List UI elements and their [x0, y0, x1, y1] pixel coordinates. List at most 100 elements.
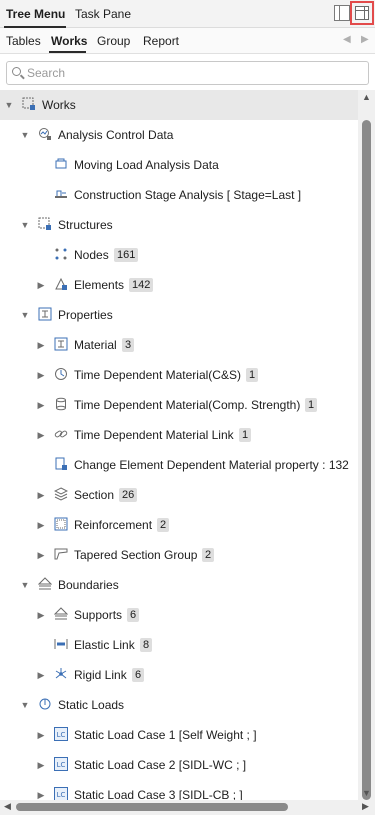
- expand-arrow-icon[interactable]: ▶: [36, 610, 46, 621]
- tab-tree-menu[interactable]: Tree Menu: [6, 7, 65, 21]
- expand-arrow-icon[interactable]: ▶: [36, 730, 46, 741]
- tree-item[interactable]: Moving Load Analysis Data: [0, 150, 358, 180]
- tree-item-label: Section: [74, 488, 115, 502]
- tree-item[interactable]: ▶ Tapered Section Group 2: [0, 540, 358, 570]
- vertical-scroll-thumb[interactable]: [362, 120, 371, 800]
- tree-item[interactable]: ▶ Time Dependent Material(Comp. Strength)…: [0, 390, 358, 420]
- expand-arrow-icon[interactable]: ▶: [36, 370, 46, 381]
- tree-item[interactable]: ▶ Reinforcement 2: [0, 510, 358, 540]
- horizontal-scrollbar[interactable]: ◀ ▶: [0, 800, 375, 815]
- count-badge: 1: [246, 368, 259, 382]
- tree-item-label: Elements: [74, 278, 125, 292]
- tree-item[interactable]: Nodes 161: [0, 240, 358, 270]
- time-material-icon: [54, 367, 68, 381]
- count-badge: 3: [122, 338, 135, 352]
- expand-arrow-icon[interactable]: ▶: [36, 520, 46, 531]
- analysis-control-icon: [38, 127, 52, 141]
- tree-item-label: Elastic Link: [74, 638, 135, 652]
- tree-item[interactable]: Elastic Link 8: [0, 630, 358, 660]
- tree-item[interactable]: ▶ Rigid Link 6: [0, 660, 358, 690]
- tab-scroll-right-icon[interactable]: ▶: [361, 34, 369, 45]
- tree-item-label: Static Load Case 2 [SIDL-WC ; ]: [74, 758, 247, 772]
- link-icon: [54, 427, 68, 441]
- panel-layout-icon[interactable]: [334, 5, 350, 21]
- scroll-right-icon[interactable]: ▶: [362, 801, 369, 812]
- tree-item[interactable]: ▶ Material 3: [0, 330, 358, 360]
- expand-arrow-icon[interactable]: ▶: [36, 550, 46, 561]
- tree-item[interactable]: Change Element Dependent Material proper…: [0, 450, 358, 480]
- tree-item[interactable]: ▼ Structures: [0, 210, 358, 240]
- tree-item-label: Moving Load Analysis Data: [74, 158, 219, 172]
- nodes-icon: [54, 247, 68, 261]
- supports-icon: [53, 607, 69, 621]
- tree-item[interactable]: ▶ Elements 142: [0, 270, 358, 300]
- dock-panel-button[interactable]: [350, 1, 374, 25]
- tree-item[interactable]: Construction Stage Analysis [ Stage=Last…: [0, 180, 358, 210]
- tree-item[interactable]: ▼ Properties: [0, 300, 358, 330]
- expand-arrow-icon[interactable]: ▶: [36, 340, 46, 351]
- tree-item-label: Static Loads: [58, 698, 125, 712]
- elastic-link-icon: [54, 637, 68, 651]
- count-badge: 1: [239, 428, 252, 442]
- count-badge: 2: [202, 548, 215, 562]
- tapered-section-icon: [54, 547, 68, 561]
- tab-report[interactable]: Report: [143, 34, 179, 48]
- vertical-scrollbar[interactable]: ▲ ▼: [358, 90, 375, 800]
- expand-arrow-icon[interactable]: ▶: [36, 790, 46, 800]
- collapse-arrow-icon[interactable]: ▼: [4, 100, 14, 110]
- tree-item[interactable]: ▶ Time Dependent Material Link 1: [0, 420, 358, 450]
- expand-arrow-icon[interactable]: ▶: [36, 280, 46, 291]
- tree-item-label: Static Load Case 1 [Self Weight ; ]: [74, 728, 257, 742]
- tab-group[interactable]: Group: [97, 34, 130, 48]
- tree-item[interactable]: ▼ Analysis Control Data: [0, 120, 358, 150]
- scroll-left-icon[interactable]: ◀: [4, 801, 11, 812]
- tree-item[interactable]: ▶ Section 26: [0, 480, 358, 510]
- sub-tab-bar: Tables Works Group Report ◀ ▶: [0, 28, 375, 54]
- static-loads-icon: [38, 697, 52, 711]
- elements-icon: [54, 277, 68, 291]
- tree-item[interactable]: ▼ Boundaries: [0, 570, 358, 600]
- works-icon: [22, 97, 36, 111]
- collapse-arrow-icon[interactable]: ▼: [20, 580, 30, 590]
- horizontal-scroll-thumb[interactable]: [16, 803, 288, 811]
- tree-item[interactable]: ▶ Time Dependent Material(C&S) 1: [0, 360, 358, 390]
- expand-arrow-icon[interactable]: ▶: [36, 430, 46, 441]
- scroll-up-icon[interactable]: ▲: [362, 92, 371, 102]
- load-case-icon: LC: [54, 787, 68, 800]
- structures-icon: [38, 217, 52, 231]
- change-material-icon: [54, 457, 68, 471]
- count-badge: 1: [305, 398, 318, 412]
- tree-item[interactable]: ▶ Supports 6: [0, 600, 358, 630]
- tree-item[interactable]: ▼ Works: [0, 90, 358, 120]
- count-badge: 2: [157, 518, 170, 532]
- tree-item[interactable]: ▼ Static Loads: [0, 690, 358, 720]
- expand-arrow-icon[interactable]: ▶: [36, 760, 46, 771]
- tree-item-label: Time Dependent Material(Comp. Strength): [74, 398, 301, 412]
- tree-item[interactable]: ▶ LC Static Load Case 3 [SIDL-CB ; ]: [0, 780, 358, 800]
- expand-arrow-icon[interactable]: ▶: [36, 400, 46, 411]
- tree-item-label: Rigid Link: [74, 668, 127, 682]
- collapse-arrow-icon[interactable]: ▼: [20, 220, 30, 230]
- load-case-icon: LC: [54, 757, 68, 771]
- tab-task-pane[interactable]: Task Pane: [75, 7, 131, 21]
- collapse-arrow-icon[interactable]: ▼: [20, 700, 30, 710]
- expand-arrow-icon[interactable]: ▶: [36, 670, 46, 681]
- tab-works[interactable]: Works: [51, 34, 87, 48]
- active-subtab-indicator: [49, 51, 86, 53]
- tab-scroll-left-icon[interactable]: ◀: [343, 34, 351, 45]
- collapse-arrow-icon[interactable]: ▼: [20, 130, 30, 140]
- scroll-down-icon[interactable]: ▼: [362, 788, 371, 798]
- moving-load-icon: [54, 157, 68, 171]
- expand-arrow-icon[interactable]: ▶: [36, 490, 46, 501]
- boundaries-icon: [37, 577, 53, 591]
- tab-tables[interactable]: Tables: [6, 34, 41, 48]
- search-input[interactable]: [27, 65, 357, 81]
- collapse-arrow-icon[interactable]: ▼: [20, 310, 30, 320]
- tree-item-label: Works: [42, 98, 76, 112]
- tree-item-label: Nodes: [74, 248, 109, 262]
- svg-text:LC: LC: [57, 791, 66, 799]
- tree-item[interactable]: ▶ LC Static Load Case 1 [Self Weight ; ]: [0, 720, 358, 750]
- count-badge: 142: [129, 278, 154, 292]
- tree-item[interactable]: ▶ LC Static Load Case 2 [SIDL-WC ; ]: [0, 750, 358, 780]
- tree-item-label: Construction Stage Analysis [ Stage=Last…: [74, 188, 302, 202]
